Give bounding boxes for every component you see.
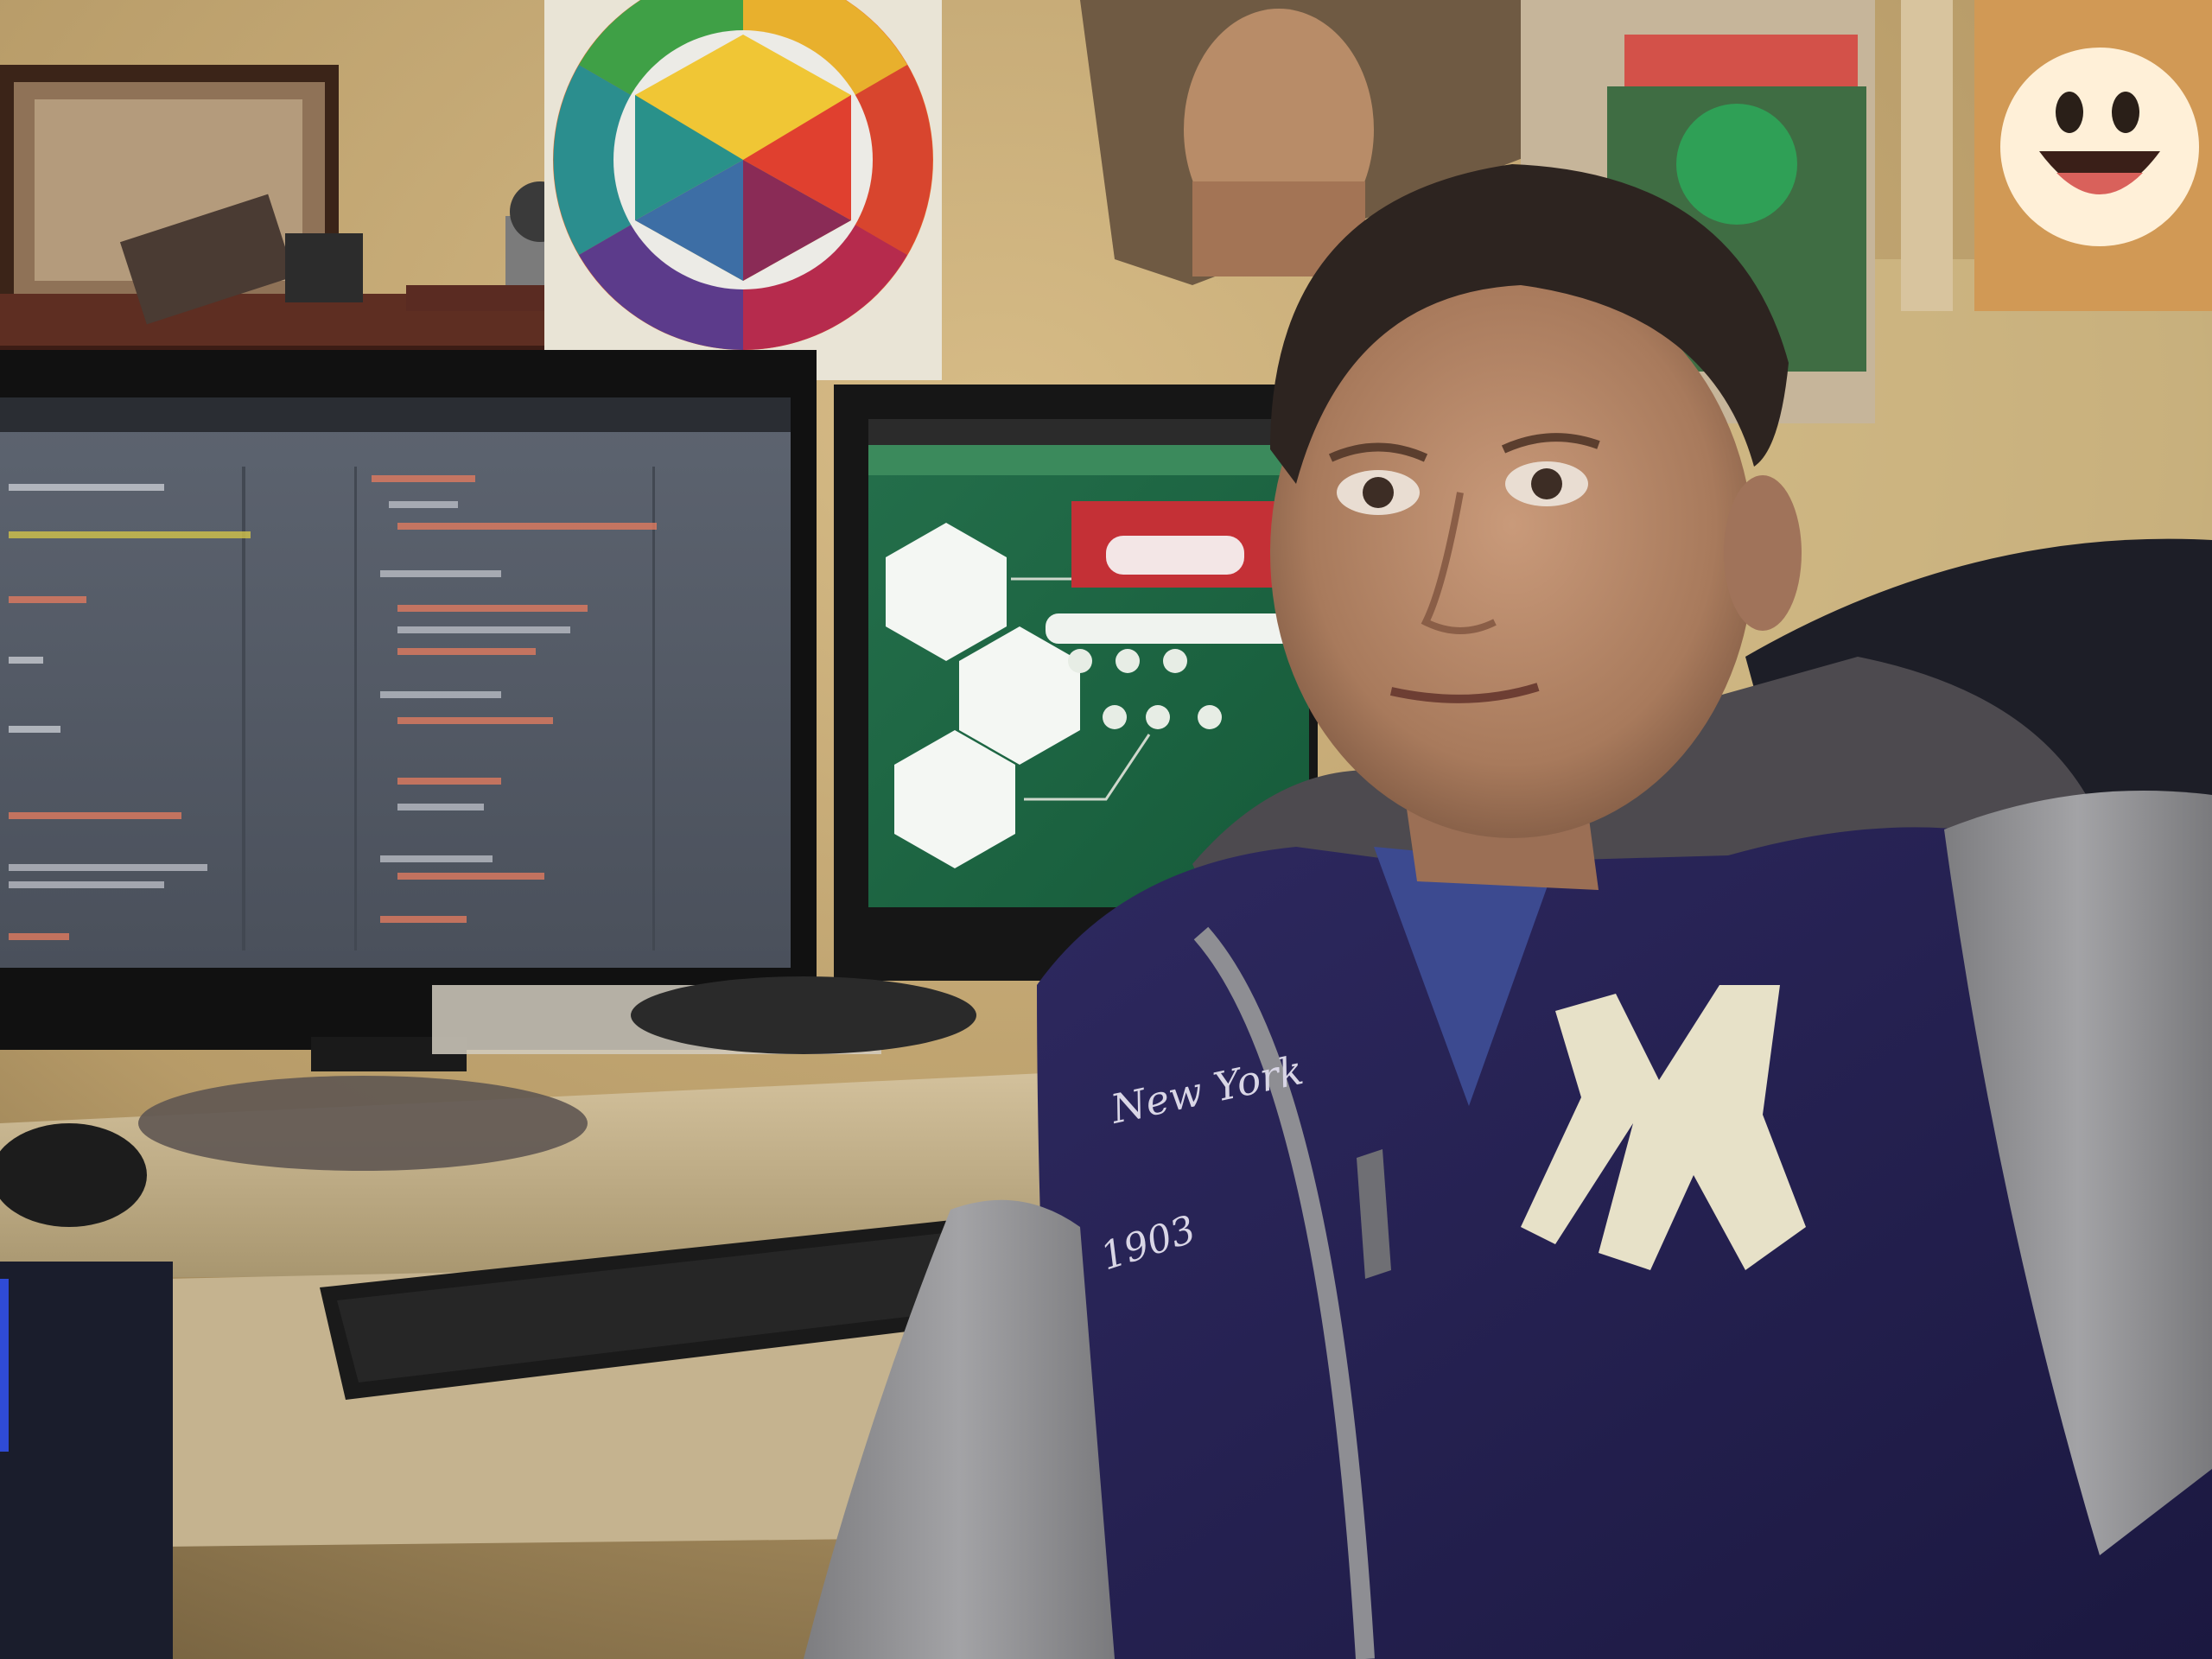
wall-hook bbox=[1901, 0, 1953, 311]
photo-canvas: New York 1903 bbox=[0, 0, 2212, 1659]
awesome-face-icon bbox=[1974, 0, 2212, 311]
photo-scene: New York 1903 bbox=[0, 0, 2212, 1659]
code-monitor bbox=[0, 350, 817, 1071]
left-ear bbox=[1724, 475, 1802, 631]
color-wheel-icon bbox=[544, 0, 942, 380]
